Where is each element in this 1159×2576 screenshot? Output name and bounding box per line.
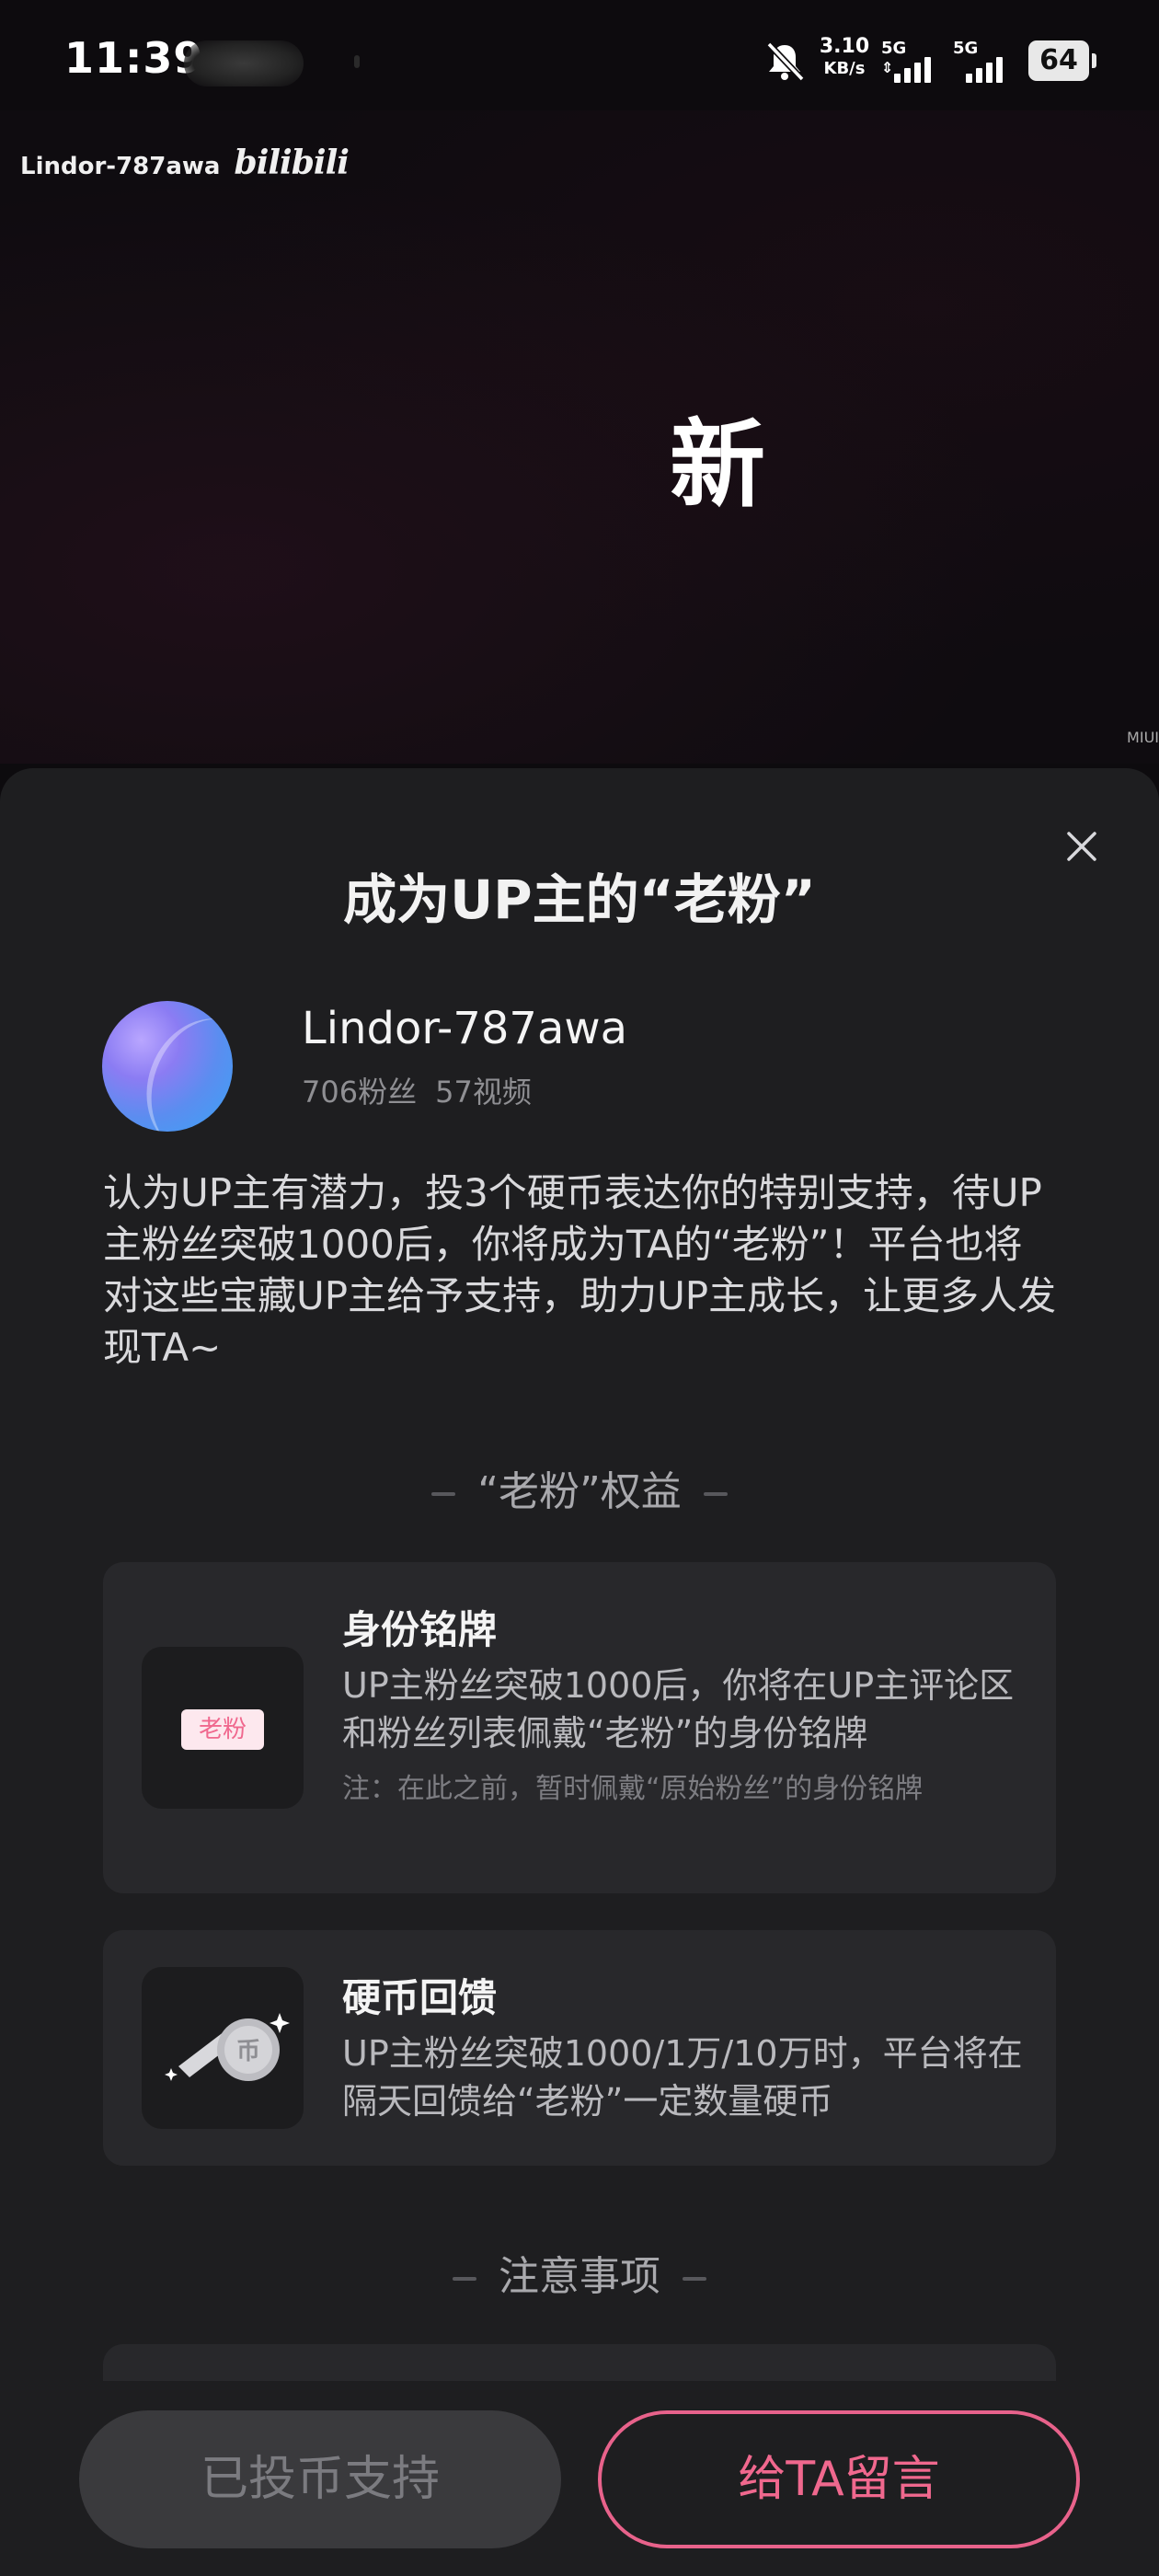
- benefit-card-badge: 老粉 身份铭牌 UP主粉丝突破1000后，你将在UP主评论区和粉丝列表佩戴“老粉…: [103, 1562, 1056, 1893]
- video-caption: 新: [670, 408, 766, 521]
- coin-icon: 币: [165, 2013, 290, 2081]
- svg-text:币: 币: [236, 2038, 260, 2065]
- miui-mark: MIUI: [1127, 729, 1159, 746]
- bilibili-logo: bilibili: [234, 144, 350, 182]
- status-time: 11:39: [64, 33, 204, 83]
- up-name[interactable]: Lindor-787awa: [302, 1003, 627, 1054]
- bell-muted-icon: [766, 41, 805, 82]
- old-fan-badge: 老粉: [181, 1709, 264, 1750]
- benefit-text: UP主粉丝突破1000后，你将在UP主评论区和粉丝列表佩戴“老粉”的身份铭牌: [342, 1665, 1015, 1754]
- benefit-title: 身份铭牌: [342, 1607, 498, 1652]
- benefits-heading: “老粉”权益: [0, 1458, 1159, 1517]
- coin-icon-box: 币: [142, 1967, 304, 2129]
- fans-count: 706粉丝: [302, 1075, 418, 1110]
- video-watermark: Lindor-787awa bilibili: [20, 144, 350, 182]
- battery-indicator: 64: [1028, 40, 1096, 81]
- benefit-title: 硬币回馈: [342, 1975, 498, 2020]
- watermark-user: Lindor-787awa: [20, 153, 221, 180]
- sheet-description: 认为UP主有潜力，投3个硬币表达你的特别支持，待UP主粉丝突破1000后，你将成…: [103, 1170, 1057, 1370]
- coin-supported-button[interactable]: 已投币支持: [79, 2410, 561, 2548]
- net-speed-unit: KB/s: [823, 59, 866, 78]
- notice-card: [103, 2344, 1056, 2381]
- sheet-title: 成为UP主的“老粉”: [343, 868, 816, 931]
- badge-icon-box: 老粉: [142, 1647, 304, 1809]
- benefit-note: 注：在此之前，暂时佩戴“原始粉丝”的身份铭牌: [342, 1773, 924, 1805]
- heading-dash-left: [453, 2277, 476, 2281]
- heading-dash-right: [703, 1492, 728, 1496]
- signal-sim2-icon: 5G: [953, 39, 1017, 83]
- up-stats: 706粉丝 57视频: [302, 1069, 532, 1111]
- notice-heading-text: 注意事项: [499, 2253, 660, 2300]
- net-speed-value: 3.10: [819, 35, 870, 58]
- benefit-text: UP主粉丝突破1000/1万/10万时，平台将在隔天回馈给“老粉”一定数量硬币: [342, 2033, 1023, 2122]
- video-player[interactable]: Lindor-787awa bilibili 新 MIUI: [0, 110, 1159, 879]
- heading-dash-left: [431, 1492, 456, 1496]
- avatar[interactable]: [102, 1001, 233, 1132]
- video-count: 57视频: [435, 1075, 532, 1110]
- leave-message-button[interactable]: 给TA留言: [598, 2410, 1080, 2548]
- heading-dash-right: [683, 2277, 706, 2281]
- notice-heading: 注意事项: [0, 2243, 1159, 2302]
- status-dot: [354, 55, 360, 68]
- benefit-card-coin: 币 硬币回馈 UP主粉丝突破1000/1万/10万时，平台将在隔天回馈给“老粉”…: [103, 1930, 1056, 2166]
- redacted-notification: [184, 40, 304, 86]
- data-arrows-icon: ⇕: [881, 59, 894, 76]
- benefits-heading-text: “老粉”权益: [477, 1468, 682, 1515]
- bottom-action-bar: 已投币支持 给TA留言: [0, 2383, 1159, 2576]
- status-bar: 11:39 3.10 KB/s 5G ⇕ 5G 64: [0, 0, 1159, 110]
- sim1-label: 5G: [881, 39, 907, 58]
- signal-sim1-icon: 5G ⇕: [881, 39, 946, 83]
- net-speed: 3.10 KB/s: [817, 37, 872, 77]
- old-fan-sheet: 成为UP主的“老粉” Lindor-787awa 706粉丝 57视频 认为UP主…: [0, 768, 1159, 2576]
- sim2-label: 5G: [953, 39, 979, 58]
